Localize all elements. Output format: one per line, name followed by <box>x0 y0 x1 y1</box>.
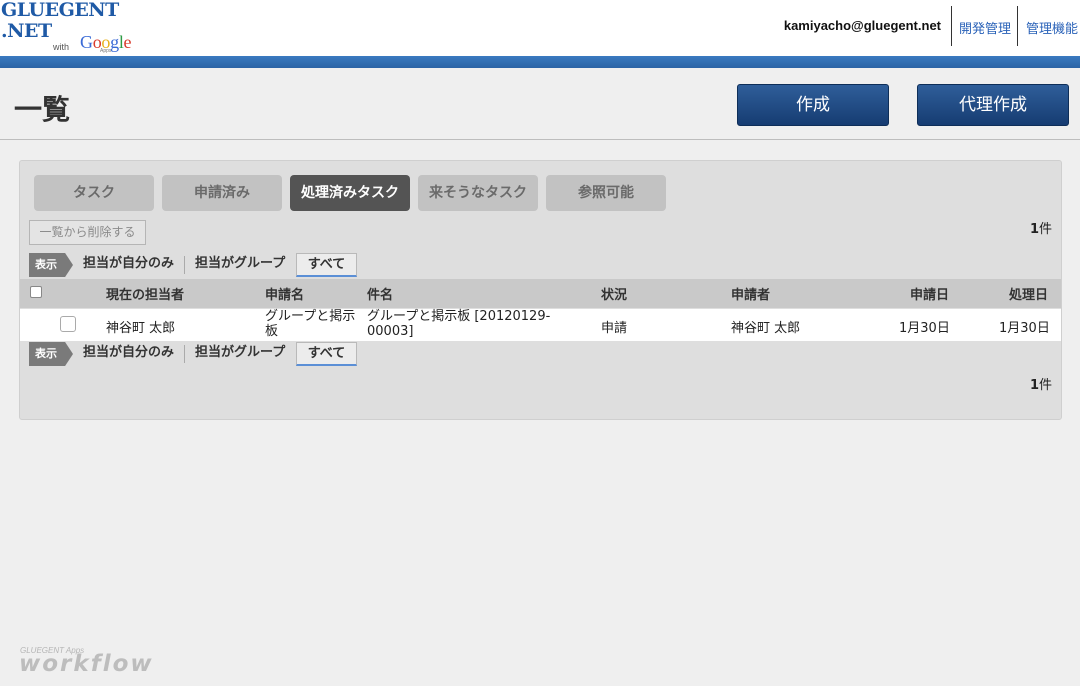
title-divider <box>0 139 1080 140</box>
logo-with-text: with <box>53 42 70 52</box>
filter-all[interactable]: すべて <box>296 253 357 277</box>
header-divider <box>951 6 952 46</box>
dev-admin-link[interactable]: 開発管理 <box>959 18 1011 37</box>
tab-viewable[interactable]: 参照可能 <box>546 175 666 211</box>
proxy-create-button[interactable]: 代理作成 <box>917 84 1069 126</box>
user-email: kamiyacho@gluegent.net <box>783 18 941 33</box>
select-all-checkbox[interactable] <box>30 286 42 298</box>
column-header-assignee[interactable]: 現在の担当者 <box>106 284 184 303</box>
logo-text-line1: GLUEGENT <box>1 0 119 21</box>
logo-apps-text: Apps <box>100 48 112 54</box>
column-header-subject[interactable]: 件名 <box>367 284 393 303</box>
cell-subject[interactable]: グループと掲示板 [20120129- 00003] <box>367 309 550 339</box>
filter-all[interactable]: すべて <box>296 342 357 366</box>
filter-divider <box>184 256 185 274</box>
cell-applied-date: 1月30日 <box>899 321 950 336</box>
column-header-applied-date[interactable]: 申請日 <box>910 284 949 303</box>
item-count: 1件 <box>1029 378 1052 393</box>
filter-label: 表示 <box>29 253 73 277</box>
admin-functions-link[interactable]: 管理機能 <box>1026 18 1078 37</box>
header-divider <box>1017 6 1018 46</box>
filter-group[interactable]: 担当がグループ <box>195 253 285 277</box>
filter-mine-only[interactable]: 担当が自分のみ <box>83 342 174 366</box>
column-header-status[interactable]: 状況 <box>601 284 627 303</box>
filter-mine-only[interactable]: 担当が自分のみ <box>83 253 174 277</box>
tab-processed-tasks[interactable]: 処理済みタスク <box>290 175 410 211</box>
logo-text-line2: .NET <box>1 20 52 42</box>
header-accent-bar <box>0 56 1080 68</box>
cell-assignee: 神谷町 太郎 <box>106 321 176 336</box>
tab-tasks[interactable]: タスク <box>34 175 154 211</box>
tab-upcoming-tasks[interactable]: 来そうなタスク <box>418 175 538 211</box>
footer-brand-logo: workflow <box>19 651 154 677</box>
cell-application-name[interactable]: グループと掲示板 <box>265 309 355 339</box>
cell-applicant: 神谷町 太郎 <box>731 321 801 336</box>
cell-processed-date: 1月30日 <box>999 321 1050 336</box>
remove-from-list-button[interactable]: 一覧から削除する <box>29 220 146 245</box>
cell-status: 申請 <box>601 321 628 336</box>
create-button[interactable]: 作成 <box>737 84 889 126</box>
gluegent-logo[interactable]: GLUEGENT .NET with Google Apps <box>0 0 140 56</box>
page-title: 一覧 <box>14 93 71 126</box>
header: GLUEGENT .NET with Google Apps kamiyacho… <box>0 0 1080 56</box>
item-count: 1件 <box>1029 222 1052 237</box>
filter-divider <box>184 345 185 363</box>
filter-group[interactable]: 担当がグループ <box>195 342 285 366</box>
tab-submitted[interactable]: 申請済み <box>162 175 282 211</box>
column-header-application-name[interactable]: 申請名 <box>265 284 304 303</box>
column-header-processed-date[interactable]: 処理日 <box>1009 284 1048 303</box>
filter-label: 表示 <box>29 342 73 366</box>
column-header-applicant[interactable]: 申請者 <box>731 284 770 303</box>
row-checkbox[interactable] <box>60 316 76 332</box>
